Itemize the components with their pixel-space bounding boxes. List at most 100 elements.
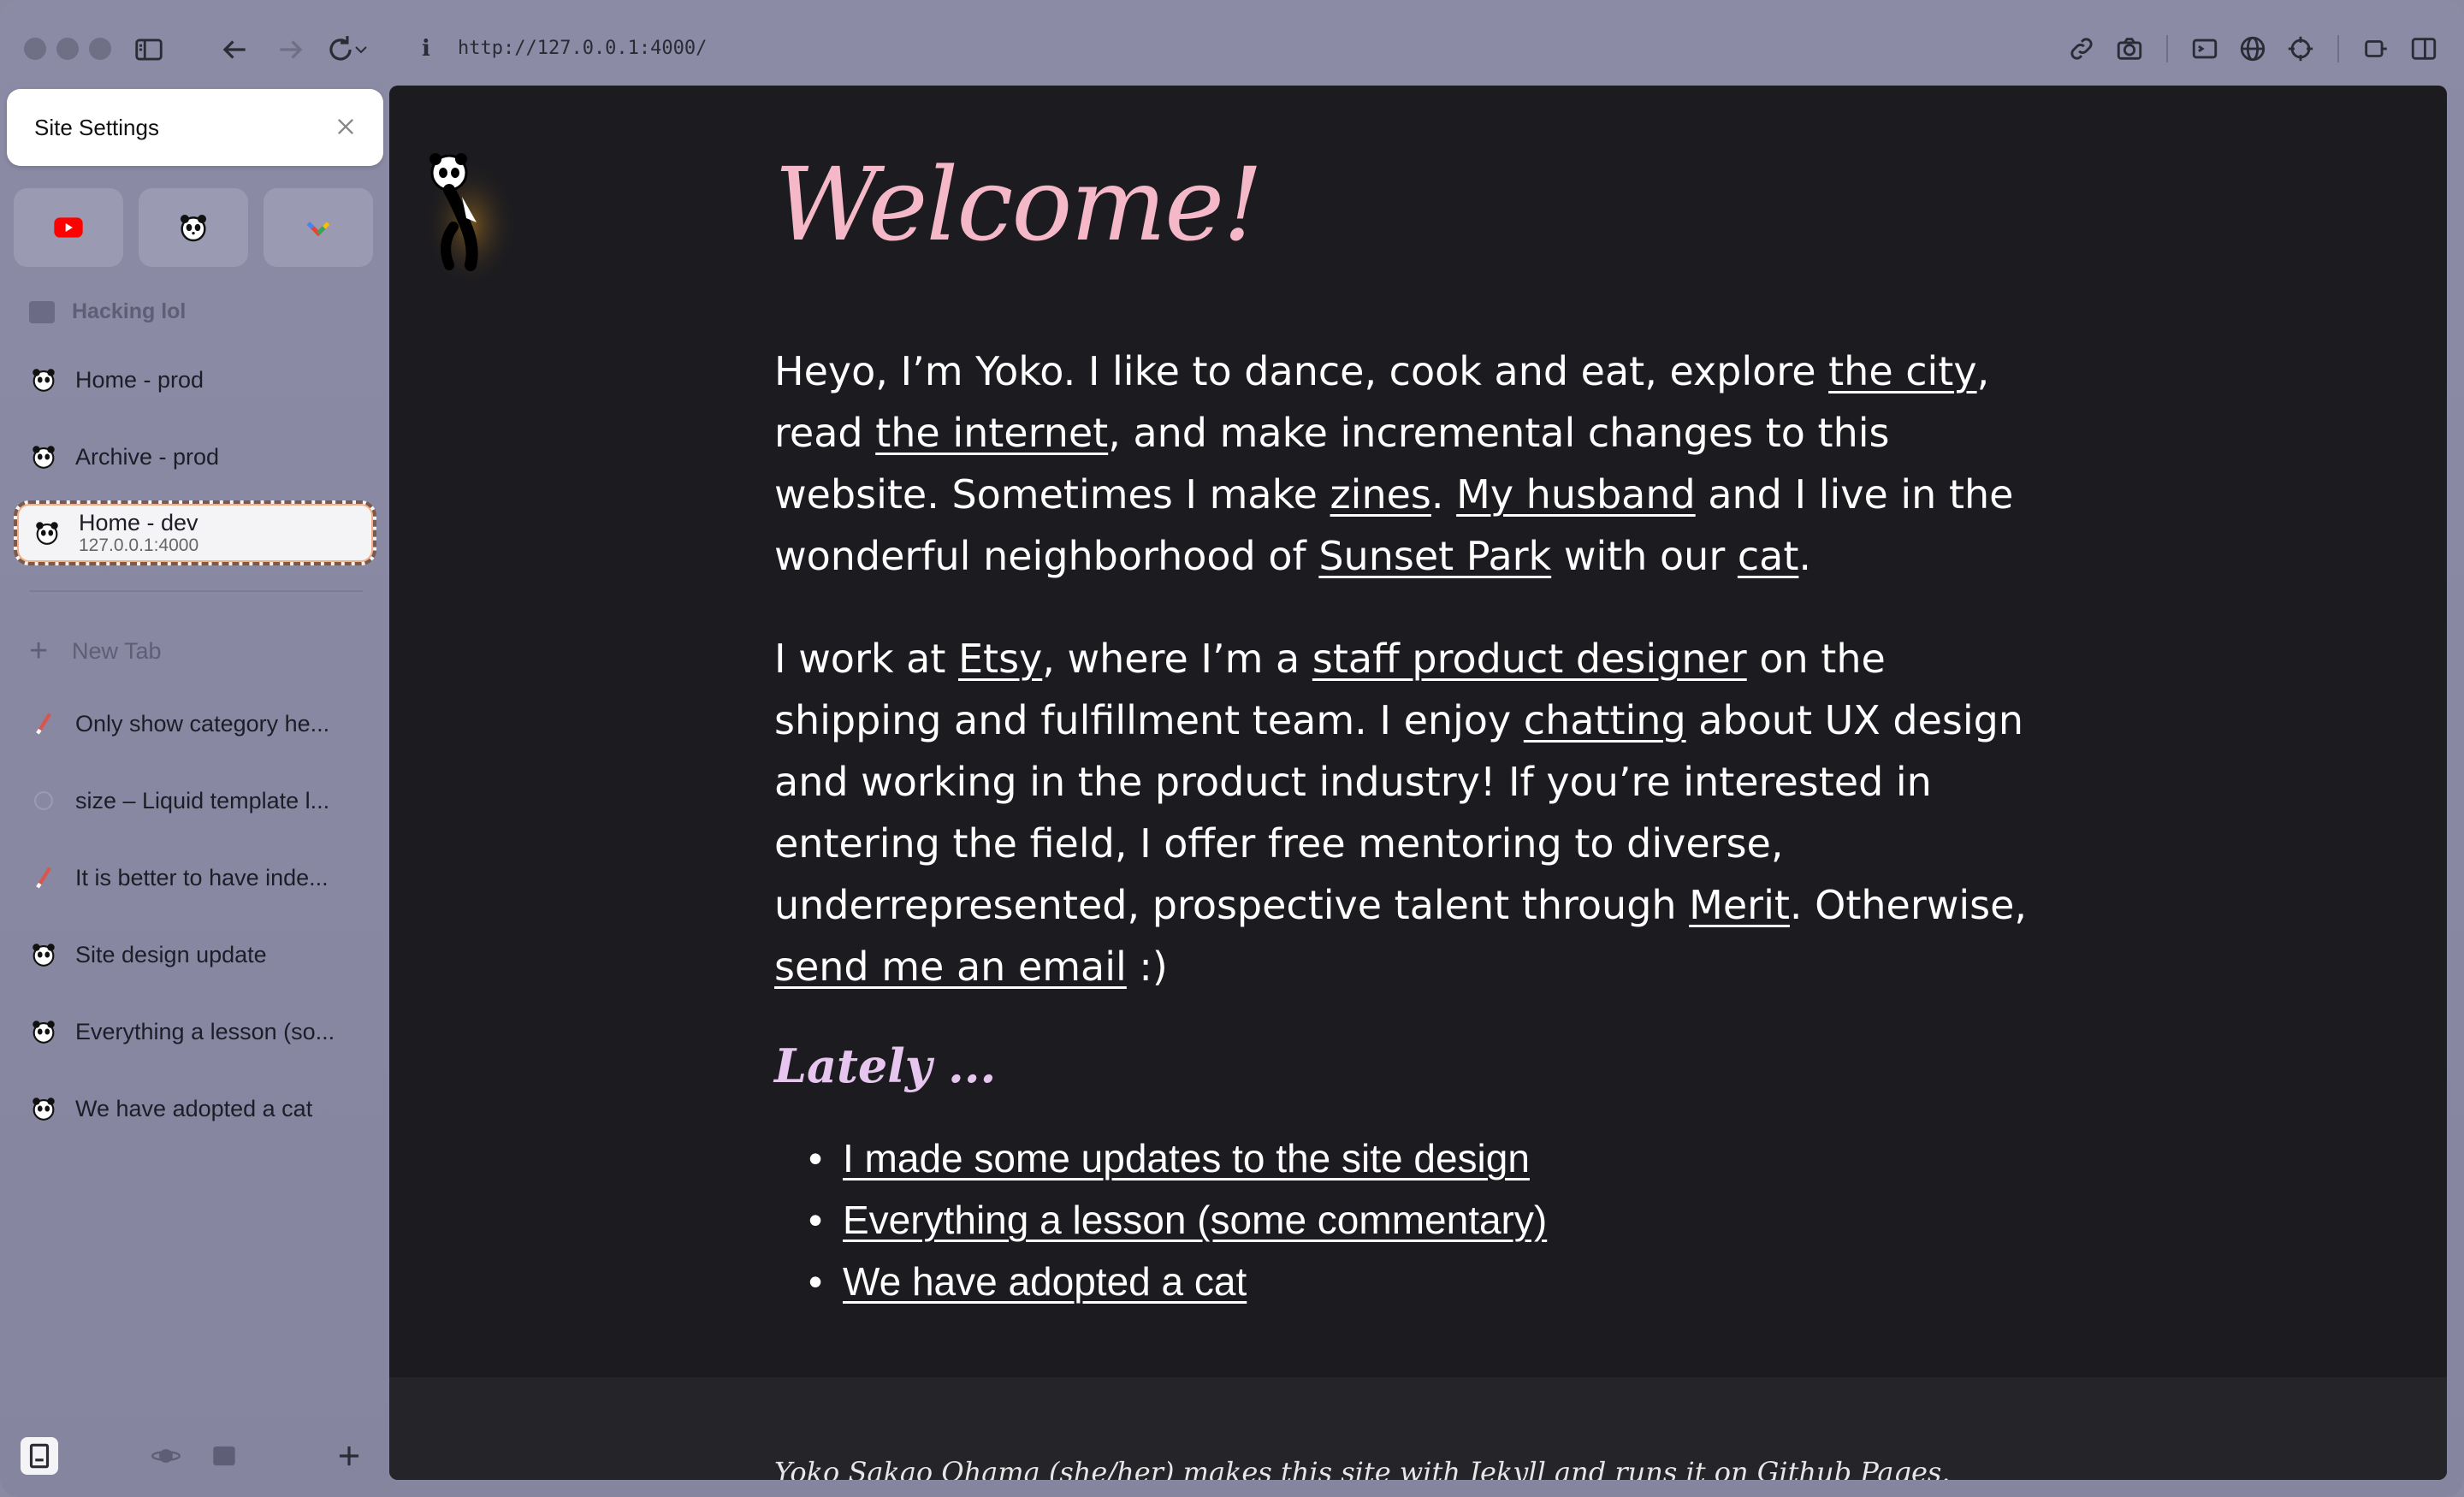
site-settings-popover[interactable]: Site Settings [7,89,383,166]
tab-title: Home - prod [75,366,204,393]
sidebar-tab[interactable]: size – Liquid template l... [14,768,376,833]
link-sunset-park[interactable]: Sunset Park [1318,533,1551,579]
list-item: I made some updates to the site design [808,1127,2058,1189]
work-paragraph: I work at Etsy, where I’m a staff produc… [774,628,2058,997]
pen-icon [29,709,58,738]
text: :) [1126,944,1168,990]
panda-icon [29,1017,58,1046]
text: Heyo, I’m Yoko. I like to dance, cook an… [774,348,1829,394]
back-arrow-icon[interactable] [216,31,253,68]
tab-title: Only show category he... [75,710,330,737]
sidebar-tab[interactable]: We have adopted a cat [14,1076,376,1141]
forward-arrow-icon[interactable] [272,31,310,68]
text: . Otherwise, [1789,882,2028,928]
tab-title: Home - dev [79,509,198,535]
link-staff-product-designer[interactable]: staff product designer [1312,636,1747,682]
page-footer: Yoko Sakao Ohama (she/her) makes this si… [389,1377,2447,1480]
intro-paragraph: Heyo, I’m Yoko. I like to dance, cook an… [774,340,2058,587]
browser-window: Site Settings Hacking lol Home - prod Ar… [0,0,2464,1497]
google-icon [306,222,330,237]
sidebar-tab-home-prod[interactable]: Home - prod [14,347,376,412]
tab-title: We have adopted a cat [75,1095,313,1121]
tab-title: Archive - prod [75,443,220,470]
link-the-city[interactable]: the city [1828,348,1976,394]
terminal-icon [29,300,55,323]
tab-title: Everything a lesson (so... [75,1018,335,1044]
panda-icon [181,215,206,242]
post-link[interactable]: Everything a lesson (some commentary) [843,1198,1547,1242]
pinned-tab-panda[interactable] [139,188,248,267]
page-title: Welcome! [774,145,1264,263]
sidebar-divider [29,590,363,592]
url-field[interactable]: http://127.0.0.1:4000/ [458,38,707,59]
list-item: We have adopted a cat [808,1251,2058,1312]
new-tab-button[interactable]: + New Tab [29,633,162,670]
text: I work at [774,636,958,682]
tab-title: size – Liquid template l... [75,787,330,814]
sidebar-tab-archive-prod[interactable]: Archive - prod [14,424,376,489]
panda-icon [33,518,62,547]
pen-icon [29,863,58,892]
sidebar-tab[interactable]: Everything a lesson (so... [14,999,376,1064]
text: . [1430,471,1457,518]
text: , where I’m a [1042,636,1312,682]
minimize-window-button[interactable] [56,38,79,60]
library-icon[interactable] [21,1437,58,1475]
link-merit[interactable]: Merit [1689,882,1790,928]
text: . [1798,533,1812,579]
close-icon[interactable] [334,115,358,139]
toolbar-icons [2065,33,2440,65]
sidebar-tab[interactable]: It is better to have inde... [14,845,376,910]
web-page: Welcome! Heyo, I’m Yoko. I like to dance… [389,86,2447,1480]
folder-label: Hacking lol [72,299,187,323]
link-chatting[interactable]: chatting [1524,697,1686,743]
sidebar-tab-home-dev[interactable]: Home - dev 127.0.0.1:4000 [14,500,376,565]
crosshair-icon[interactable] [2284,33,2317,65]
blank-icon [29,786,58,815]
youtube-icon [54,217,83,238]
maximize-window-button[interactable] [89,38,111,60]
globe-icon[interactable] [2236,33,2269,65]
link-etsy[interactable]: Etsy [958,636,1042,682]
toolbar-separator [2337,35,2339,62]
sidebar-bottom-bar [0,1420,389,1497]
sidebar-tab[interactable]: Only show category he... [14,691,376,756]
terminal-icon[interactable] [205,1437,243,1475]
sidebar: Site Settings Hacking lol Home - prod Ar… [0,0,389,1497]
footer-text: Yoko Sakao Ohama (she/her) makes this si… [774,1456,1951,1480]
toolbar-separator [2166,35,2168,62]
link-zines[interactable]: zines [1330,471,1431,518]
toggle-sidebar-icon[interactable] [130,31,168,68]
extensions-icon[interactable] [2360,33,2392,65]
link-cat[interactable]: cat [1738,533,1799,579]
new-tab-label: New Tab [72,638,162,664]
post-link[interactable]: We have adopted a cat [843,1259,1247,1304]
address-bar: i http://127.0.0.1:4000/ [389,0,2464,86]
text: with our [1551,533,1738,579]
link-icon[interactable] [2065,33,2098,65]
link-the-internet[interactable]: the internet [875,410,1108,456]
camera-icon[interactable] [2113,33,2146,65]
tab-title: It is better to have inde... [75,864,329,891]
plus-icon[interactable] [330,1437,368,1475]
planet-icon[interactable] [147,1437,185,1475]
plus-icon: + [29,633,49,669]
chevron-down-icon[interactable] [351,31,371,68]
sidebar-tab[interactable]: Site design update [14,922,376,987]
site-settings-label: Site Settings [34,114,159,140]
pinned-tab-youtube[interactable] [14,188,123,267]
info-icon[interactable]: i [422,36,430,62]
list-item: Everything a lesson (some commentary) [808,1189,2058,1251]
lately-heading: Lately ... [774,1038,997,1093]
link-send-email[interactable]: send me an email [774,944,1127,990]
pinned-tab-google[interactable] [264,188,373,267]
tab-title: Site design update [75,941,267,967]
post-link[interactable]: I made some updates to the site design [843,1136,1530,1180]
recent-posts-list: I made some updates to the site design E… [774,1127,2058,1312]
link-my-husband[interactable]: My husband [1456,471,1696,518]
split-view-icon[interactable] [2408,33,2440,65]
panda-icon [29,940,58,969]
close-window-button[interactable] [24,38,46,60]
console-icon[interactable] [2189,33,2221,65]
tab-folder[interactable]: Hacking lol [29,299,186,324]
